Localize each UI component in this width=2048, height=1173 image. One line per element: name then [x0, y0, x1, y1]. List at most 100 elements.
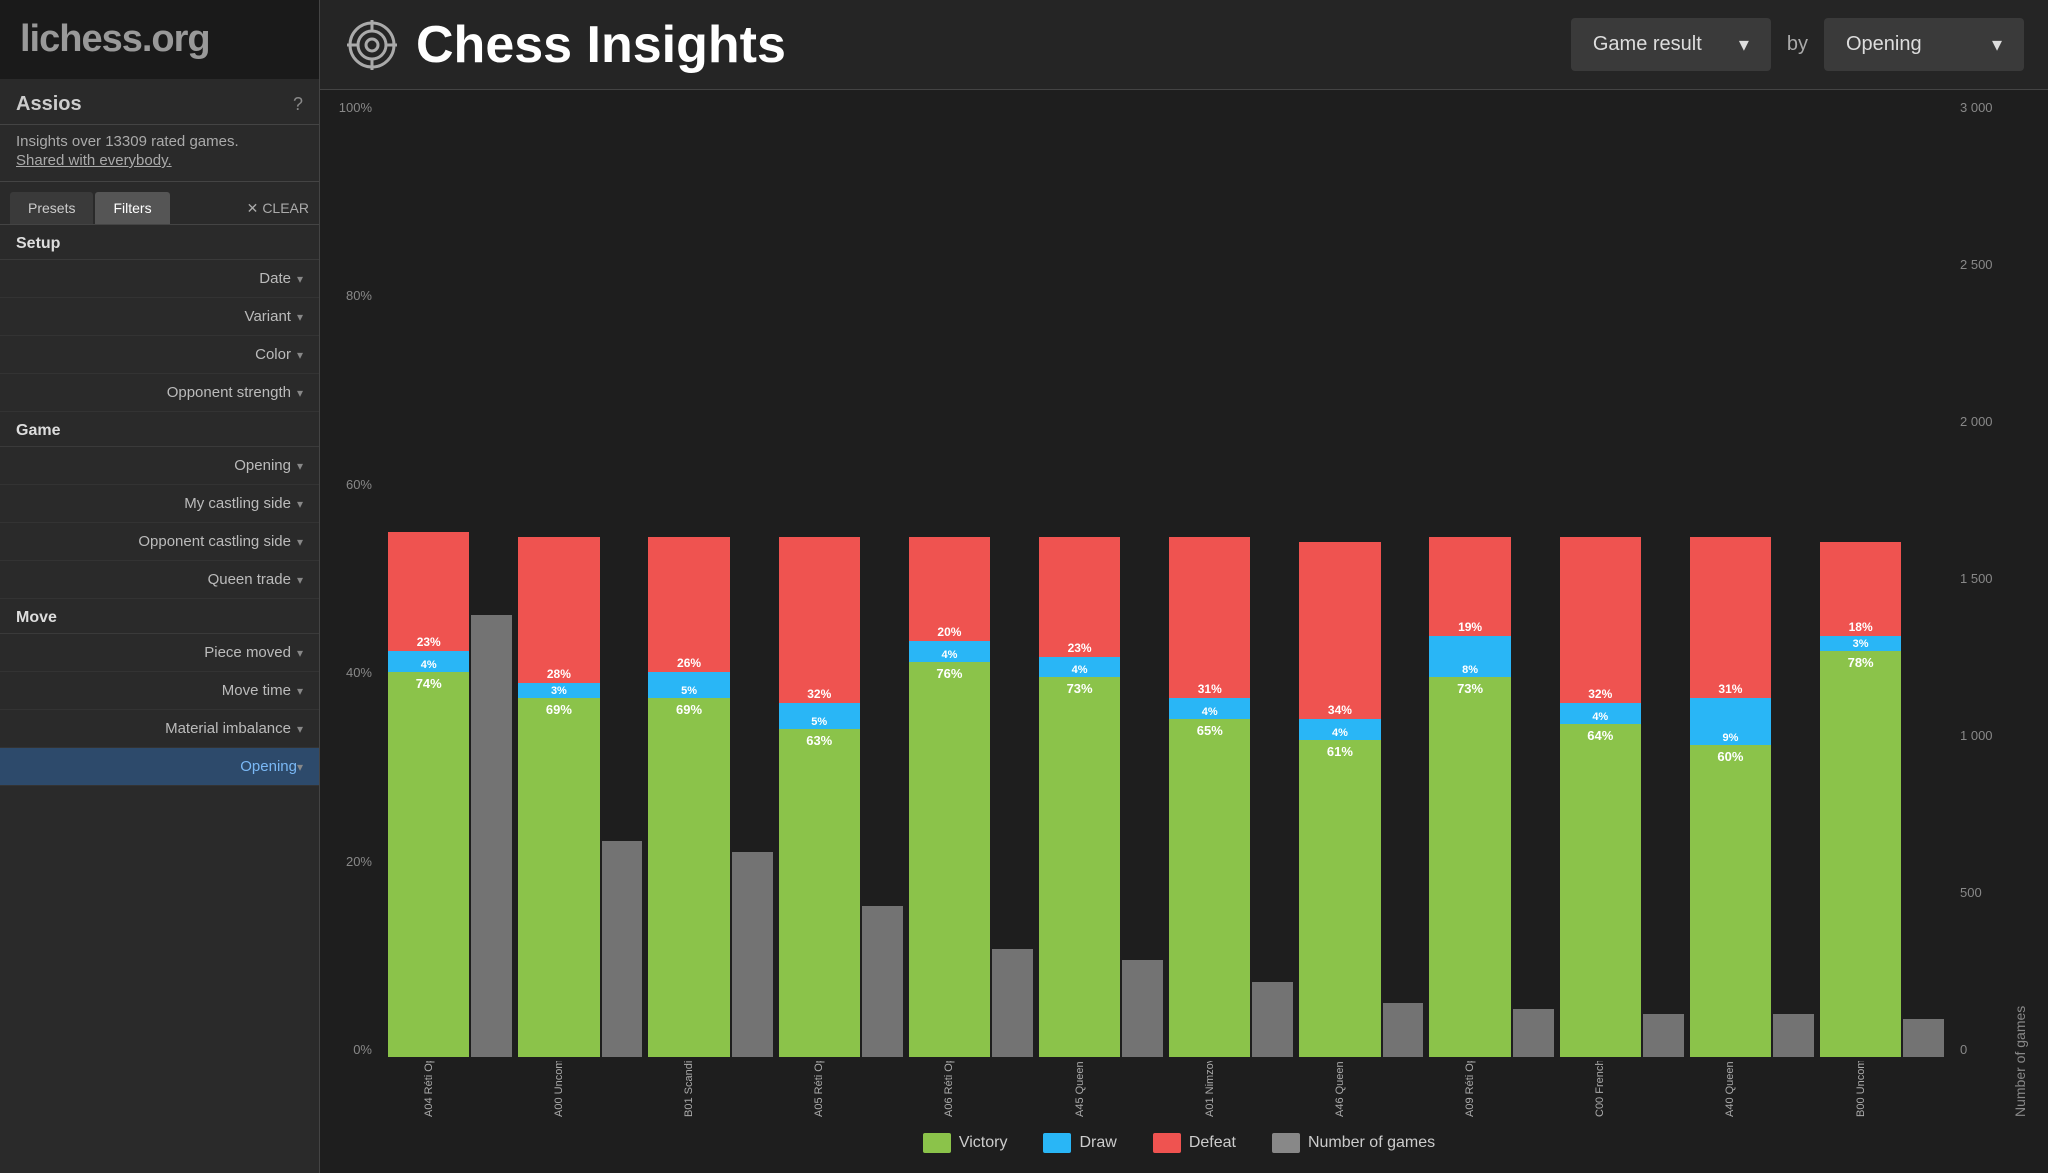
- victory-segment: 73%: [1429, 677, 1510, 1057]
- filter-opp-castling[interactable]: Opponent castling side ▾: [0, 523, 319, 561]
- y-axis-right-label: 2 000: [1960, 414, 2012, 429]
- victory-segment: 65%: [1169, 719, 1250, 1057]
- x-count-spacer: [862, 1057, 903, 1117]
- brand-logo[interactable]: lichess.org: [0, 0, 319, 79]
- x-axis-text: B00 Uncommon King's Pawn Opening: [1855, 1061, 1867, 1117]
- defeat-label: 32%: [1560, 687, 1641, 701]
- filter-color[interactable]: Color ▾: [0, 336, 319, 374]
- x-axis-text: A04 Réti Opening: [423, 1061, 435, 1117]
- filter-my-castling[interactable]: My castling side ▾: [0, 485, 319, 523]
- defeat-segment: 19%: [1429, 537, 1510, 636]
- x-count-spacer: [1903, 1057, 1944, 1117]
- defeat-label: 31%: [1169, 682, 1250, 696]
- x-axis-text: C00 French Defence: [1594, 1061, 1606, 1117]
- draw-label: 3%: [1820, 638, 1901, 650]
- legend-label: Defeat: [1189, 1134, 1236, 1152]
- right-axis-label: Number of games: [2012, 100, 2028, 1117]
- count-bar: [1773, 1014, 1814, 1057]
- defeat-label: 23%: [388, 635, 469, 649]
- filter-variant[interactable]: Variant ▾: [0, 298, 319, 336]
- defeat-segment: 32%: [779, 537, 860, 703]
- active-filter-opening[interactable]: Opening ▾: [0, 748, 319, 786]
- x-label-group: A06 Réti Opening: [909, 1057, 1033, 1117]
- filter-date[interactable]: Date ▾: [0, 260, 319, 298]
- draw-segment: 4%: [909, 641, 990, 662]
- stacked-bar: 69%5%26%: [648, 537, 729, 1057]
- chevron-down-icon: ▾: [297, 573, 303, 587]
- legend-item: Victory: [923, 1133, 1008, 1153]
- brand-text: lichess.org: [20, 18, 210, 60]
- legend-color-swatch: [1043, 1133, 1071, 1153]
- chevron-down-icon: ▾: [297, 684, 303, 698]
- x-axis-label: A40 Queen's Pawn Game: [1690, 1057, 1771, 1117]
- draw-segment: 4%: [388, 651, 469, 672]
- bar-group: 61%4%34%: [1299, 542, 1423, 1057]
- count-bar: [1122, 960, 1163, 1057]
- chevron-down-icon: ▾: [297, 310, 303, 324]
- x-label-group: A09 Réti Opening: [1429, 1057, 1553, 1117]
- draw-label: 4%: [388, 659, 469, 671]
- x-axis-label: A05 Réti Opening: [779, 1057, 860, 1117]
- x-count-spacer: [1773, 1057, 1814, 1117]
- count-bar: [1252, 982, 1293, 1057]
- bar-group: 76%4%20%: [909, 537, 1033, 1057]
- filter-variant-label: Variant: [245, 308, 291, 325]
- chevron-down-icon: ▾: [297, 535, 303, 549]
- draw-label: 9%: [1690, 732, 1771, 744]
- count-bar: [1903, 1019, 1944, 1057]
- defeat-segment: 23%: [388, 532, 469, 652]
- y-axis-right-label: 500: [1960, 885, 2012, 900]
- defeat-segment: 18%: [1820, 542, 1901, 636]
- draw-label: 5%: [648, 685, 729, 697]
- x-count-spacer: [602, 1057, 643, 1117]
- filter-opening[interactable]: Opening ▾: [0, 447, 319, 485]
- defeat-segment: 34%: [1299, 542, 1380, 719]
- victory-label: 61%: [1299, 744, 1380, 759]
- clear-button[interactable]: ✕ CLEAR: [247, 192, 309, 224]
- draw-label: 5%: [779, 716, 860, 728]
- defeat-label: 19%: [1429, 620, 1510, 634]
- metric-dropdown[interactable]: Game result ▾: [1571, 18, 1771, 71]
- sidebar-scrollable: Setup Date ▾ Variant ▾ Color ▾ Opponent …: [0, 225, 319, 1173]
- x-axis-text: A09 Réti Opening: [1464, 1061, 1476, 1117]
- y-axis-right-label: 2 500: [1960, 257, 2012, 272]
- chevron-down-icon: ▾: [1992, 32, 2002, 57]
- x-axis-text: A00 Uncommon Opening: [553, 1061, 565, 1117]
- y-axis-right-label: 1 500: [1960, 571, 2012, 586]
- stacked-bar: 64%4%32%: [1560, 537, 1641, 1057]
- victory-segment: 69%: [518, 698, 599, 1057]
- chart-container: 100%80%60%40%20%0% 74%4%23%69%3%28%69%5%…: [320, 90, 2048, 1173]
- tab-filters[interactable]: Filters: [95, 192, 169, 224]
- x-axis-label: B01 Scandinavian: [648, 1057, 729, 1117]
- filter-move-time[interactable]: Move time ▾: [0, 672, 319, 710]
- filter-opponent-strength[interactable]: Opponent strength ▾: [0, 374, 319, 412]
- victory-segment: 74%: [388, 672, 469, 1057]
- draw-segment: 9%: [1690, 698, 1771, 745]
- y-axis-right-label: 3 000: [1960, 100, 2012, 115]
- stacked-bar: 73%8%19%: [1429, 537, 1510, 1057]
- draw-segment: 5%: [779, 703, 860, 729]
- victory-segment: 63%: [779, 729, 860, 1057]
- count-bar: [992, 949, 1033, 1057]
- legend-label: Draw: [1079, 1134, 1116, 1152]
- x-axis-text: A06 Réti Opening: [943, 1061, 955, 1117]
- filter-piece-moved[interactable]: Piece moved ▾: [0, 634, 319, 672]
- active-filter-label: Opening: [240, 758, 297, 775]
- filter-queen-trade[interactable]: Queen trade ▾: [0, 561, 319, 599]
- defeat-label: 32%: [779, 687, 860, 701]
- defeat-label: 20%: [909, 625, 990, 639]
- victory-segment: 60%: [1690, 745, 1771, 1057]
- shared-link[interactable]: Shared with everybody.: [16, 152, 303, 169]
- dimension-dropdown[interactable]: Opening ▾: [1824, 18, 2024, 71]
- help-icon[interactable]: ?: [293, 94, 303, 115]
- x-count-spacer: [1122, 1057, 1163, 1117]
- filter-material-imbalance[interactable]: Material imbalance ▾: [0, 710, 319, 748]
- filter-opp-castling-label: Opponent castling side: [138, 533, 291, 550]
- legend-label: Victory: [959, 1134, 1008, 1152]
- x-label-group: B01 Scandinavian: [648, 1057, 772, 1117]
- tab-presets[interactable]: Presets: [10, 192, 93, 224]
- x-axis-text: A40 Queen's Pawn Game: [1724, 1061, 1736, 1117]
- x-label-group: A40 Queen's Pawn Game: [1690, 1057, 1814, 1117]
- filter-material-imbalance-label: Material imbalance: [165, 720, 291, 737]
- filter-color-label: Color: [255, 346, 291, 363]
